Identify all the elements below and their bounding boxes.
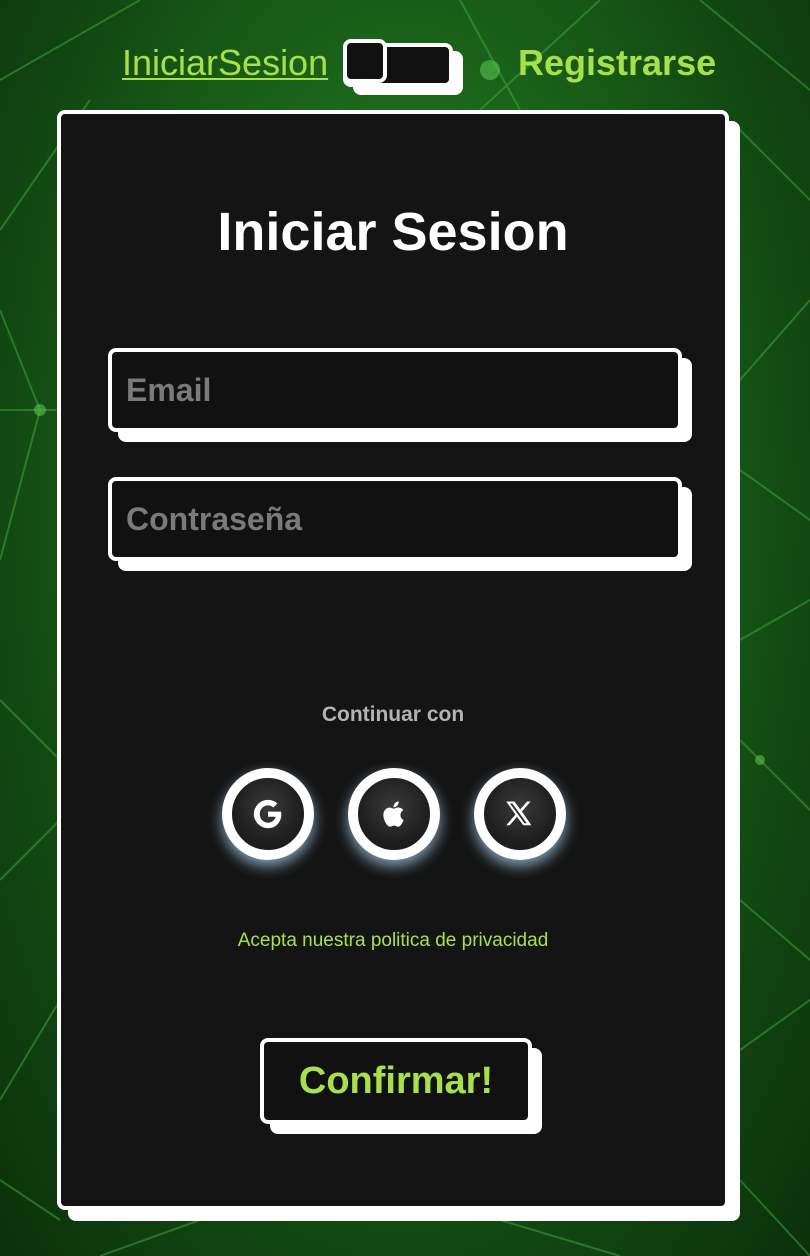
toggle-knob[interactable] [343, 39, 387, 83]
x-icon [506, 801, 532, 826]
google-icon [253, 799, 282, 829]
email-field[interactable] [108, 348, 682, 432]
x-login-button[interactable] [474, 768, 566, 860]
continue-with-label: Continuar con [321, 703, 465, 726]
apple-icon [383, 801, 404, 827]
login-register-toggle[interactable] [343, 39, 453, 87]
privacy-policy-link[interactable]: Acepta nuestra politica de privacidad [61, 929, 725, 953]
password-field[interactable] [108, 477, 682, 561]
page-title: Iniciar Sesion [217, 202, 569, 262]
login-tab-link[interactable]: IniciarSesion [122, 42, 328, 84]
login-card: Iniciar Sesion Continuar con Acepta nues… [57, 110, 729, 1210]
apple-login-button[interactable] [348, 768, 440, 860]
confirm-button[interactable]: Confirmar! [260, 1038, 532, 1124]
register-tab-link[interactable]: Registrarse [518, 42, 716, 84]
google-login-button[interactable] [222, 768, 314, 860]
